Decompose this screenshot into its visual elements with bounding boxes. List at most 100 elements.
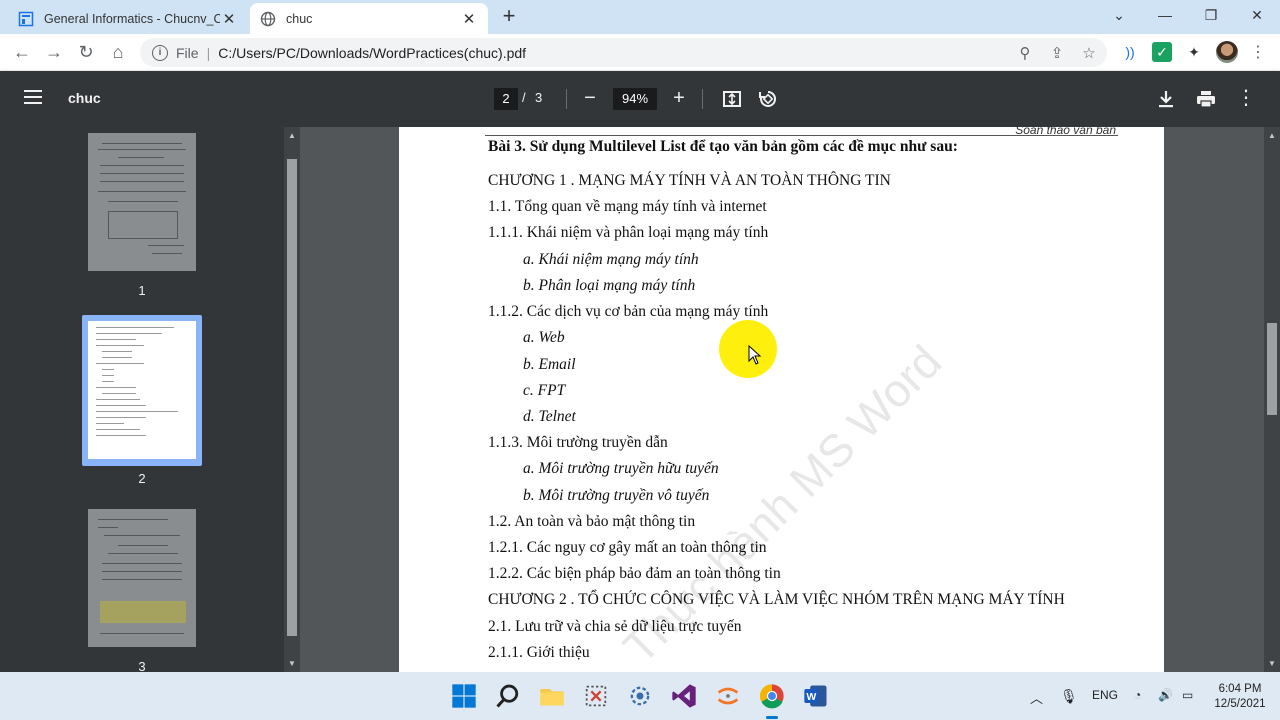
snipping-tool-icon[interactable] (582, 682, 610, 710)
scroll-down-arrow-icon[interactable]: ▼ (287, 659, 297, 668)
tab-search-chevron-icon[interactable]: ⌄ (1096, 0, 1142, 30)
page-thumbnail-1[interactable] (88, 133, 196, 271)
page-thumbnail-2[interactable] (88, 321, 196, 459)
restore-button[interactable]: ❐ (1188, 0, 1234, 30)
page-thumbnail-3[interactable] (88, 509, 196, 647)
section-heading: 1.1. Tổng quan về mạng máy tính và inter… (488, 198, 767, 215)
thumbnail-number: 1 (138, 283, 146, 298)
file-explorer-icon[interactable] (538, 682, 566, 710)
rotate-icon[interactable] (756, 87, 780, 111)
subsection-heading: 1.1.2. Các dịch vụ cơ bản của mạng máy t… (488, 303, 769, 320)
chrome-icon[interactable] (758, 682, 786, 710)
tab-title: General Informatics - Chucnv_Co (44, 11, 220, 26)
gear-app-icon[interactable] (626, 682, 654, 710)
microphone-icon[interactable]: 🎙 (1060, 688, 1078, 705)
print-icon[interactable] (1194, 87, 1218, 111)
bookmark-star-icon[interactable]: ☆ (1080, 44, 1098, 62)
sidebar-menu-icon[interactable] (24, 90, 42, 104)
list-item: b. Phân loại mạng máy tính (523, 277, 696, 294)
reload-button[interactable]: ↻ (74, 40, 98, 64)
search-icon[interactable] (494, 682, 522, 710)
url-text[interactable]: C:/Users/PC/Downloads/WordPractices(chuc… (218, 45, 1107, 61)
new-tab-button[interactable]: + (498, 5, 520, 28)
globe-icon (260, 11, 276, 26)
chapter-heading: CHƯƠNG 1 . MẠNG MÁY TÍNH VÀ AN TOÀN THÔN… (488, 172, 891, 189)
extension-check-icon[interactable]: ✓ (1152, 42, 1172, 62)
word-icon[interactable]: W (802, 682, 830, 710)
subsection-heading: 1.2.2. Các biện pháp bảo đảm an toàn thô… (488, 565, 781, 582)
back-button[interactable]: ← (10, 40, 34, 64)
address-bar[interactable]: i File | C:/Users/PC/Downloads/WordPract… (140, 38, 1107, 67)
show-hidden-icons-chevron-icon[interactable]: ︿ (1030, 688, 1043, 707)
tab-chuc[interactable]: chuc ✕ (250, 3, 488, 34)
section-heading: 2.1. Lưu trữ và chia sẻ dữ liệu trực tuy… (488, 618, 742, 635)
zoom-out-button[interactable]: − (578, 87, 602, 111)
document-scrollbar[interactable]: ▲ ▼ (1264, 127, 1280, 672)
url-separator: | (206, 44, 211, 61)
subsection-heading: 1.1.1. Khái niệm và phân loại mạng máy t… (488, 224, 769, 241)
thumbnail-number: 3 (138, 659, 146, 672)
scroll-up-arrow-icon[interactable]: ▲ (287, 131, 297, 140)
sidebar-scroll-thumb[interactable] (287, 159, 297, 636)
document-scroll-thumb[interactable] (1267, 323, 1277, 415)
home-button[interactable]: ⌂ (106, 40, 130, 64)
active-app-indicator (766, 716, 778, 719)
docs-page-icon (18, 11, 34, 26)
close-tab-icon[interactable]: ✕ (460, 10, 478, 28)
battery-icon[interactable]: ▭ (1182, 688, 1193, 702)
profile-avatar[interactable] (1216, 41, 1238, 63)
clock-date: 12/5/2021 (1214, 698, 1266, 710)
chapter-heading: CHƯƠNG 2 . TỔ CHỨC CÔNG VIỆC VÀ LÀM VIỆC… (488, 591, 1065, 608)
fit-to-page-icon[interactable] (720, 87, 744, 111)
forward-button[interactable]: → (42, 40, 66, 64)
close-window-button[interactable]: ✕ (1234, 0, 1280, 30)
exercise-heading: Bài 3. Sử dụng Multilevel List để tạo vă… (488, 138, 958, 155)
list-item: b. Môi trường truyền vô tuyến (523, 487, 710, 504)
header-rule (485, 135, 1118, 136)
browser-menu-icon[interactable]: ⋮ (1248, 42, 1268, 62)
list-item: c. FPT (523, 382, 566, 399)
zoom-input[interactable]: 94% (613, 88, 657, 110)
minimize-button[interactable]: — (1142, 0, 1188, 30)
list-item: b. Email (523, 356, 576, 373)
wifi-icon[interactable]: ◔ (1134, 688, 1141, 702)
list-item: a. Môi trường truyền hữu tuyến (523, 460, 719, 477)
taskbar: W ︿ 🎙 ENG ◔ 🔊 ▭ 6:04 PM 12/5/2021 (0, 672, 1280, 720)
system-clock[interactable]: 6:04 PM 12/5/2021 (1210, 682, 1270, 712)
page-separator: / (522, 90, 526, 105)
subsection-heading: 1.2.1. Các nguy cơ gây mất an toàn thông… (488, 539, 767, 556)
extension-wave-icon[interactable]: )) (1120, 42, 1140, 62)
download-icon[interactable] (1154, 87, 1178, 111)
input-language[interactable]: ENG (1092, 688, 1118, 702)
scroll-up-arrow-icon[interactable]: ▲ (1267, 131, 1277, 140)
mouse-cursor-icon (748, 345, 762, 365)
thumbnail-number: 2 (138, 471, 146, 486)
tab-general-informatics[interactable]: General Informatics - Chucnv_Co ✕ (8, 3, 248, 34)
site-info-icon[interactable]: i (152, 44, 168, 61)
jupyter-icon[interactable] (714, 682, 742, 710)
volume-icon[interactable]: 🔊 (1158, 688, 1173, 702)
svg-text:W: W (806, 691, 816, 703)
scroll-down-arrow-icon[interactable]: ▼ (1267, 659, 1277, 668)
more-actions-icon[interactable]: ⋮ (1234, 87, 1258, 111)
close-tab-icon[interactable]: ✕ (220, 10, 238, 28)
document-title: chuc (68, 90, 101, 106)
share-icon[interactable]: ⇪ (1048, 44, 1066, 62)
url-scheme: File (176, 44, 199, 61)
extensions-puzzle-icon[interactable]: ✦ (1184, 42, 1204, 62)
pdf-toolbar: chuc 2 / 3 − 94% + ⋮ (0, 71, 1280, 127)
total-pages: 3 (535, 90, 543, 105)
section-heading: 1.2. An toàn và bảo mật thông tin (488, 513, 696, 530)
pdf-page: Soạn thảo văn bản Thực hành MS Word Bài … (399, 127, 1164, 672)
clock-time: 6:04 PM (1218, 683, 1262, 695)
sidebar-scrollbar[interactable]: ▲ ▼ (284, 127, 300, 672)
zoom-magnifier-icon[interactable]: ⚲ (1016, 44, 1034, 62)
thumbnail-sidebar: 1 2 3 ▲ ▼ (0, 127, 300, 672)
browser-toolbar: ← → ↻ ⌂ i File | C:/Users/PC/Downloads/W… (0, 34, 1280, 71)
windows-start-icon[interactable] (450, 682, 478, 710)
page-number-input[interactable]: 2 (494, 88, 518, 110)
divider (566, 89, 567, 109)
list-item: a. Khái niệm mạng máy tính (523, 251, 699, 268)
zoom-in-button[interactable]: + (667, 87, 691, 111)
visual-studio-icon[interactable] (670, 682, 698, 710)
